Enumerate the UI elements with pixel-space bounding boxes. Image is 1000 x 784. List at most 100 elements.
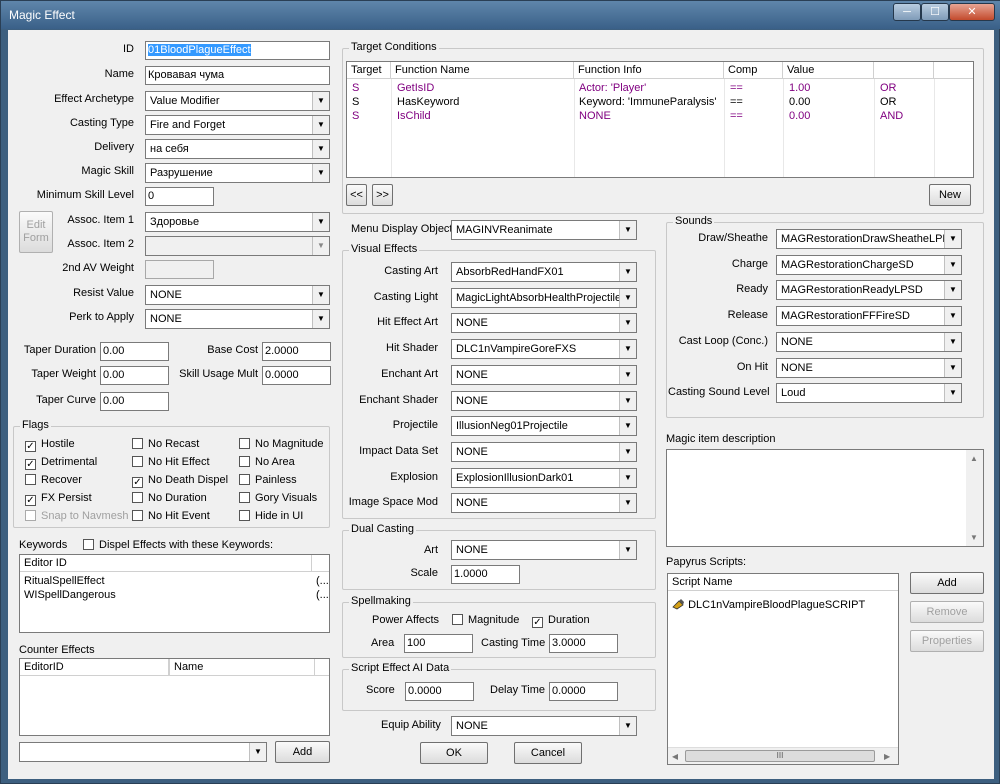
flag-hostile[interactable]: ✓ Hostile: [25, 438, 75, 452]
flag-recover[interactable]: Recover: [25, 474, 82, 486]
scroll-thumb[interactable]: III: [685, 750, 875, 762]
checkbox[interactable]: [239, 456, 250, 467]
flag-hide-in-ui[interactable]: Hide in UI: [239, 510, 303, 522]
checkbox[interactable]: [452, 614, 463, 625]
checkbox[interactable]: [239, 492, 250, 503]
sounds-dropdown[interactable]: Loud ▼: [776, 383, 962, 404]
condition-function[interactable]: GetIsID: [397, 82, 434, 95]
second-av-field[interactable]: [145, 260, 214, 279]
power-magnitude-checkbox[interactable]: Magnitude: [452, 614, 519, 626]
papyrus-properties-button[interactable]: Properties: [910, 630, 984, 652]
name-field[interactable]: Кровавая чума: [145, 66, 330, 85]
scroll-right-icon[interactable]: ▶: [884, 750, 890, 763]
flag-no-magnitude[interactable]: No Magnitude: [239, 438, 329, 450]
keyword-row[interactable]: RitualSpellEffect: [24, 575, 105, 588]
keywords-list[interactable]: Editor ID RitualSpellEffect (... WISpell…: [19, 554, 330, 633]
assoc2-dropdown[interactable]: ▼: [145, 236, 330, 256]
checkbox[interactable]: [132, 438, 143, 449]
delivery-dropdown[interactable]: на себя ▼: [145, 139, 330, 159]
minimize-button[interactable]: ─: [893, 3, 921, 21]
scroll-up-icon[interactable]: ▲: [970, 452, 978, 465]
casting-time-field[interactable]: 3.0000: [549, 634, 618, 653]
base-cost-field[interactable]: 2.0000: [262, 342, 331, 361]
flag-gory-visuals[interactable]: Gory Visuals: [239, 492, 317, 504]
papyrus-scripts-list[interactable]: Script Name DLC1nVampireBloodPlagueSCRIP…: [667, 573, 899, 765]
ok-button[interactable]: OK: [420, 742, 488, 764]
col-function-name[interactable]: Function Name: [391, 62, 574, 79]
id-field[interactable]: 01BloodPlagueEffect: [145, 41, 330, 60]
dual-art-dropdown[interactable]: NONE ▼: [451, 540, 637, 560]
condition-function[interactable]: IsChild: [397, 110, 431, 123]
cancel-button[interactable]: Cancel: [514, 742, 582, 764]
checkbox[interactable]: [132, 492, 143, 503]
papyrus-add-button[interactable]: Add: [910, 572, 984, 594]
visual-dropdown[interactable]: NONE ▼: [451, 313, 637, 334]
menu-display-dropdown[interactable]: MAGINVReanimate ▼: [451, 220, 637, 240]
sounds-dropdown[interactable]: MAGRestorationFFFireSD ▼: [776, 306, 962, 327]
col-comp[interactable]: Comp: [724, 62, 783, 79]
title-bar[interactable]: Magic Effect ─ ☐ ✕: [1, 1, 1000, 29]
visual-dropdown[interactable]: NONE ▼: [451, 390, 637, 411]
papyrus-remove-button[interactable]: Remove: [910, 601, 984, 623]
sounds-dropdown[interactable]: NONE ▼: [776, 357, 962, 378]
condition-op[interactable]: AND: [880, 110, 903, 123]
visual-dropdown[interactable]: ExplosionIllusionDark01 ▼: [451, 467, 637, 488]
taper-curve-field[interactable]: 0.00: [100, 392, 169, 411]
new-condition-button[interactable]: New: [929, 184, 971, 206]
col-extra[interactable]: [315, 659, 329, 676]
maximize-button[interactable]: ☐: [921, 3, 949, 21]
counter-effect-combo[interactable]: ▼: [19, 742, 267, 762]
scroll-down-icon[interactable]: ▼: [970, 531, 978, 544]
col-extra[interactable]: [312, 555, 329, 572]
checkbox[interactable]: [25, 510, 36, 521]
assoc1-dropdown[interactable]: Здоровье ▼: [145, 212, 330, 232]
prev-condition-button[interactable]: <<: [346, 184, 367, 206]
flag-no-area[interactable]: No Area: [239, 456, 295, 468]
edit-form-button[interactable]: Edit Form: [19, 211, 53, 253]
visual-dropdown[interactable]: IllusionNeg01Projectile ▼: [451, 416, 637, 437]
flag-no-duration[interactable]: No Duration: [132, 492, 207, 504]
checkbox[interactable]: [132, 510, 143, 521]
checkbox[interactable]: [25, 474, 36, 485]
next-condition-button[interactable]: >>: [372, 184, 393, 206]
equip-ability-dropdown[interactable]: NONE ▼: [451, 716, 637, 736]
condition-info[interactable]: Actor: 'Player': [579, 82, 646, 95]
taper-duration-field[interactable]: 0.00: [100, 342, 169, 361]
min-skill-field[interactable]: 0: [145, 187, 214, 206]
flag-detrimental[interactable]: ✓ Detrimental: [25, 456, 97, 470]
checkbox[interactable]: [132, 456, 143, 467]
condition-value[interactable]: 1.00: [789, 82, 810, 95]
visual-dropdown[interactable]: NONE ▼: [451, 493, 637, 514]
col-extra[interactable]: [934, 62, 973, 79]
checkbox[interactable]: [239, 474, 250, 485]
checkbox[interactable]: [239, 510, 250, 521]
col-op[interactable]: [874, 62, 934, 79]
condition-info[interactable]: NONE: [579, 110, 611, 123]
col-editorid[interactable]: EditorID: [20, 659, 169, 676]
sounds-dropdown[interactable]: MAGRestorationReadyLPSD ▼: [776, 280, 962, 301]
dual-scale-field[interactable]: 1.0000: [451, 565, 520, 584]
flag-fx-persist[interactable]: ✓ FX Persist: [25, 492, 92, 506]
visual-dropdown[interactable]: NONE ▼: [451, 441, 637, 462]
condition-comp[interactable]: ==: [730, 82, 743, 95]
area-field[interactable]: 100: [404, 634, 473, 653]
flag-no-recast[interactable]: No Recast: [132, 438, 199, 450]
magic-skill-dropdown[interactable]: Разрушение ▼: [145, 163, 330, 183]
resist-dropdown[interactable]: NONE ▼: [145, 285, 330, 305]
col-editor-id[interactable]: Editor ID: [20, 555, 312, 572]
score-field[interactable]: 0.0000: [405, 682, 474, 701]
counter-add-button[interactable]: Add: [275, 741, 330, 763]
flag-snap-to-navmesh[interactable]: Snap to Navmesh: [25, 510, 128, 522]
conditions-table[interactable]: Target Function Name Function Info Comp …: [346, 61, 974, 178]
condition-function[interactable]: HasKeyword: [397, 96, 459, 109]
condition-op[interactable]: OR: [880, 82, 897, 95]
condition-target[interactable]: S: [352, 96, 359, 109]
delay-time-field[interactable]: 0.0000: [549, 682, 618, 701]
sounds-dropdown[interactable]: NONE ▼: [776, 331, 962, 352]
keyword-row[interactable]: WISpellDangerous: [24, 589, 116, 602]
checkbox[interactable]: [239, 438, 250, 449]
condition-value[interactable]: 0.00: [789, 110, 810, 123]
dispel-keywords-checkbox[interactable]: Dispel Effects with these Keywords:: [83, 539, 273, 551]
condition-target[interactable]: S: [352, 82, 359, 95]
counter-effects-list[interactable]: EditorID Name: [19, 658, 330, 736]
